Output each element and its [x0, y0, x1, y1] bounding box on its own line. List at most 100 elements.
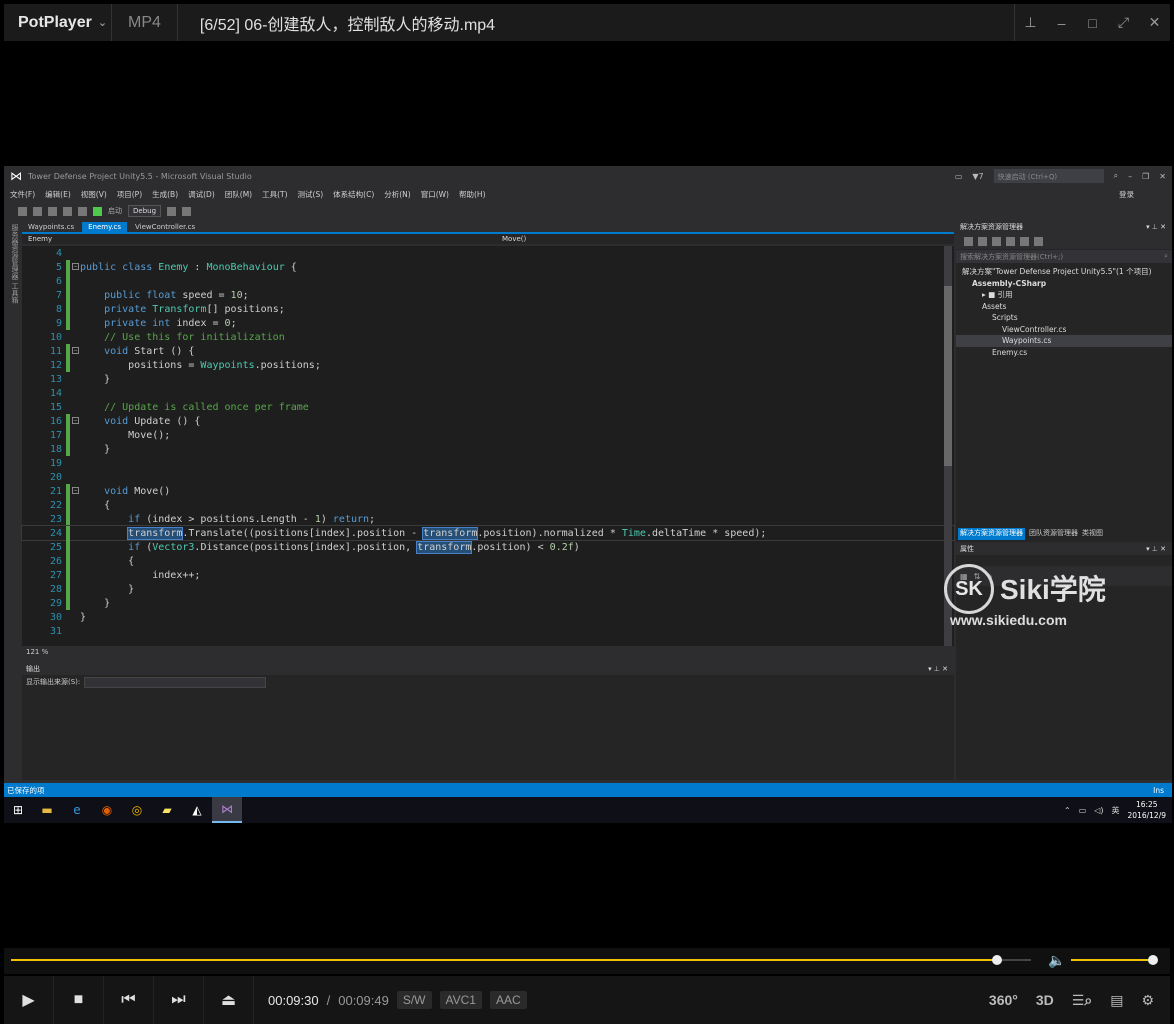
solution-explorer: 解决方案资源管理器 ▾ ⊥ ✕ 搜索解决方案资源管理器(Ctrl+;) ⌕ 解决…: [956, 220, 1172, 780]
editor-tabs: Waypoints.cs Enemy.cs ViewController.cs: [22, 220, 954, 232]
code-line: 19: [22, 456, 954, 470]
next-button[interactable]: ⏭: [154, 976, 204, 1024]
change-marker: [66, 610, 80, 624]
change-marker: [66, 400, 80, 414]
vr-360-button[interactable]: 360°: [989, 992, 1018, 1008]
code-text: public float speed = 10;: [104, 289, 249, 301]
time-total: 00:09:49: [338, 992, 389, 1008]
eject-button[interactable]: ⏏: [204, 976, 254, 1024]
code-text: }: [80, 597, 111, 609]
tree-item: Assembly-CSharp: [972, 278, 1047, 288]
tab-enemy: Enemy.cs: [82, 222, 127, 232]
home-icon: [992, 236, 1001, 246]
pin-icon[interactable]: ⊥: [1015, 4, 1046, 41]
tree-item: ▸ ■ 引用: [982, 290, 1013, 300]
save-icon: [63, 206, 72, 216]
tab-viewcontroller: ViewController.cs: [129, 222, 202, 232]
code-line: 8 private Transform[] positions;: [22, 302, 954, 316]
tree-item: Enemy.cs: [992, 347, 1028, 357]
watermark: SK Siki学院 www.sikiedu.com: [944, 564, 1124, 634]
minimize-icon[interactable]: –: [1046, 4, 1077, 41]
code-text: }: [80, 611, 87, 623]
line-number: 27: [49, 569, 62, 581]
volume-slider[interactable]: [1071, 955, 1158, 965]
search-icon: ⌕: [1113, 171, 1119, 180]
playlist-icon[interactable]: ▤: [1110, 992, 1123, 1009]
audio-codec-badge[interactable]: AAC: [489, 991, 527, 1009]
vs-toolbar: 启动 Debug: [4, 202, 1172, 220]
tray-chevron-icon: ⌃: [1063, 805, 1071, 815]
change-marker: [66, 498, 80, 512]
config-select: Debug: [128, 205, 162, 217]
tree-item: ViewController.cs: [1002, 324, 1067, 334]
menu-help: 帮助(H): [459, 189, 486, 199]
code-text: {: [80, 555, 135, 567]
code-line: 4: [22, 246, 954, 260]
change-marker: −: [66, 414, 80, 428]
seek-progress: [11, 959, 998, 961]
change-marker: [66, 554, 80, 568]
menu-debug: 调试(D): [188, 189, 215, 199]
visual-studio-logo-icon: ⋈: [10, 169, 22, 183]
volume-icon: ◁): [1094, 805, 1104, 815]
code-area: 4 5− public class Enemy : MonoBehaviour {6…: [21, 246, 955, 646]
time-current: 00:09:30: [268, 992, 319, 1008]
code-line: 25 if (Vector3.Distance(positions[index]…: [22, 540, 954, 554]
seek-bar[interactable]: [11, 955, 1031, 965]
line-number: 15: [49, 401, 62, 413]
line-number: 22: [49, 499, 62, 511]
stop-button[interactable]: ■: [54, 976, 104, 1024]
3d-button[interactable]: 3D: [1036, 992, 1054, 1008]
code-text: // Update is called once per frame: [104, 401, 309, 413]
player-menu-button[interactable]: PotPlayer ⌄: [4, 4, 112, 41]
sticky-notes-icon: ▰: [162, 803, 172, 817]
code-text: if (index > positions.Length - 1) return…: [128, 513, 376, 525]
comment-icon: [182, 206, 192, 216]
seek-thumb[interactable]: [992, 955, 1003, 965]
change-marker: [66, 526, 80, 540]
props-title: 属性: [960, 544, 974, 553]
volume-level: [1071, 959, 1153, 961]
volume-thumb[interactable]: [1148, 955, 1158, 965]
play-button[interactable]: ▶: [4, 976, 54, 1024]
vs-window-title: Tower Defense Project Unity5.5 - Microso…: [28, 171, 252, 181]
code-line: 31: [22, 624, 954, 638]
seek-bar-area: 🔈: [4, 948, 1170, 974]
line-number: 6: [55, 275, 62, 287]
code-line: 26 {: [22, 554, 954, 568]
fullscreen-icon[interactable]: ⤢: [1108, 4, 1139, 41]
code-line: 12 positions = Waypoints.positions;: [22, 358, 954, 372]
menu-project: 项目(P): [116, 189, 143, 199]
forward-icon: [978, 236, 987, 246]
chapter-search-icon[interactable]: ☰⌕: [1072, 992, 1092, 1009]
refresh-icon: [1006, 236, 1015, 246]
code-line: 17 Move();: [22, 428, 954, 442]
nav-member-select: Move(): [502, 235, 527, 243]
format-label: MP4: [112, 4, 178, 41]
line-number: 30: [49, 611, 62, 623]
previous-button[interactable]: ⏮: [104, 976, 154, 1024]
zoom-level: 121 %: [22, 648, 954, 660]
code-text: void Update () {: [104, 415, 201, 427]
firefox-icon: ◉: [101, 803, 113, 817]
video-codec-badge[interactable]: AVC1: [439, 991, 482, 1009]
settings-gear-icon[interactable]: ⚙: [1141, 992, 1154, 1009]
code-line: 15 // Update is called once per frame: [22, 400, 954, 414]
close-icon[interactable]: ✕: [1139, 4, 1170, 41]
change-marker: −: [66, 260, 80, 274]
close-icon: ✕: [1159, 171, 1166, 181]
code-text: }: [80, 583, 135, 595]
speaker-icon[interactable]: 🔈: [1048, 952, 1065, 969]
tab-solution-explorer: 解决方案资源管理器: [958, 528, 1025, 540]
chevron-down-icon: ⌄: [97, 17, 108, 29]
line-number: 31: [49, 625, 62, 637]
edge-icon: e: [73, 803, 81, 817]
menu-file: 文件(F): [10, 189, 36, 199]
code-text: private Transform[] positions;: [104, 303, 285, 315]
decoder-badge[interactable]: S/W: [396, 991, 432, 1009]
maximize-icon[interactable]: □: [1077, 4, 1108, 41]
undo-icon: [78, 206, 87, 216]
vs-menu-bar: 文件(F) 编辑(E) 视图(V) 项目(P) 生成(B) 调试(D) 团队(M…: [4, 186, 1172, 202]
menu-edit: 编辑(E): [45, 189, 71, 199]
tree-item: 解决方案"Tower Defense Project Unity5.5"(1 个…: [962, 267, 1152, 277]
